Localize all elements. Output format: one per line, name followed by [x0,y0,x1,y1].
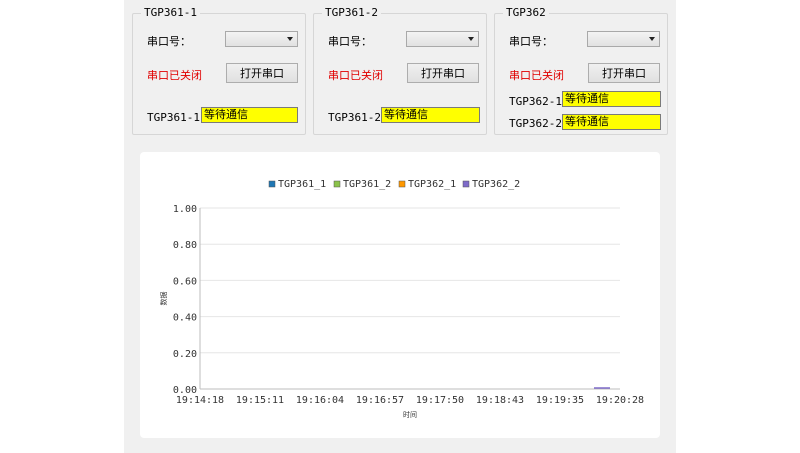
y-tick-label: 0.80 [173,240,197,251]
x-tick-label: 19:18:43 [476,395,524,406]
port-label: 串口号： [328,35,372,48]
x-tick-label: 19:16:04 [296,395,344,406]
port-select[interactable] [406,31,479,47]
channel-value: 等待通信 [381,107,480,123]
y-axis-label: 数据 [159,292,168,306]
open-port-button[interactable]: 打开串口 [588,63,660,83]
group-title: TGP361-1 [141,6,200,19]
y-tick-label: 0.60 [173,276,197,287]
port-status: 串口已关闭 [328,69,383,82]
legend-swatch [333,180,341,188]
group-tgp361-2: TGP361-2 串口号： 串口已关闭 打开串口 TGP361-2 等待通信 [313,6,487,135]
port-status: 串口已关闭 [147,69,202,82]
app-window: TGP361-1 串口号： 串口已关闭 打开串口 TGP361-1 等待通信 T… [124,0,676,453]
legend-entry: TGP361_1 [278,179,326,190]
chevron-down-icon [468,37,474,41]
chart-panel: 0.00 0.20 0.40 0.60 0.80 1.00 19:14:18 19:15:11… [140,152,660,438]
group-title: TGP361-2 [322,6,381,19]
legend-entry: TGP362_1 [408,179,456,190]
channel-value: 等待通信 [562,114,661,130]
x-tick-label: 19:20:28 [596,395,644,406]
port-status: 串口已关闭 [509,69,564,82]
chevron-down-icon [287,37,293,41]
x-tick-label: 19:14:18 [176,395,224,406]
y-tick-label: 1.00 [173,204,197,215]
x-tick-label: 19:19:35 [536,395,584,406]
channel-value: 等待通信 [201,107,298,123]
group-title: TGP362 [503,6,549,19]
y-tick-label: 0.40 [173,313,197,324]
port-label: 串口号： [509,35,553,48]
channel-label: TGP361-1 [147,111,200,124]
legend-swatch [398,180,406,188]
open-port-button[interactable]: 打开串口 [407,63,479,83]
legend-entry: TGP362_2 [472,179,520,190]
channel-value: 等待通信 [562,91,661,107]
channel-label: TGP361-2 [328,111,381,124]
x-tick-label: 19:15:11 [236,395,284,406]
port-select[interactable] [587,31,660,47]
channel-label: TGP362-2 [509,117,562,130]
x-axis-label: 时间 [403,410,417,419]
legend-swatch [462,180,470,188]
port-label: 串口号： [147,35,191,48]
x-tick-label: 19:17:50 [416,395,464,406]
channel-label: TGP362-1 [509,95,562,108]
y-tick-label: 0.20 [173,349,197,360]
x-tick-label: 19:16:57 [356,395,404,406]
chevron-down-icon [649,37,655,41]
group-tgp362: TGP362 串口号： 串口已关闭 打开串口 TGP362-1 等待通信 TGP… [494,6,668,135]
legend-entry: TGP361_2 [343,179,391,190]
open-port-button[interactable]: 打开串口 [226,63,298,83]
line-chart: 0.000.200.400.600.801.0019:14:18 19:15:11… [159,179,644,419]
group-tgp361-1: TGP361-1 串口号： 串口已关闭 打开串口 TGP361-1 等待通信 [132,6,306,135]
legend-swatch [268,180,276,188]
port-select[interactable] [225,31,298,47]
